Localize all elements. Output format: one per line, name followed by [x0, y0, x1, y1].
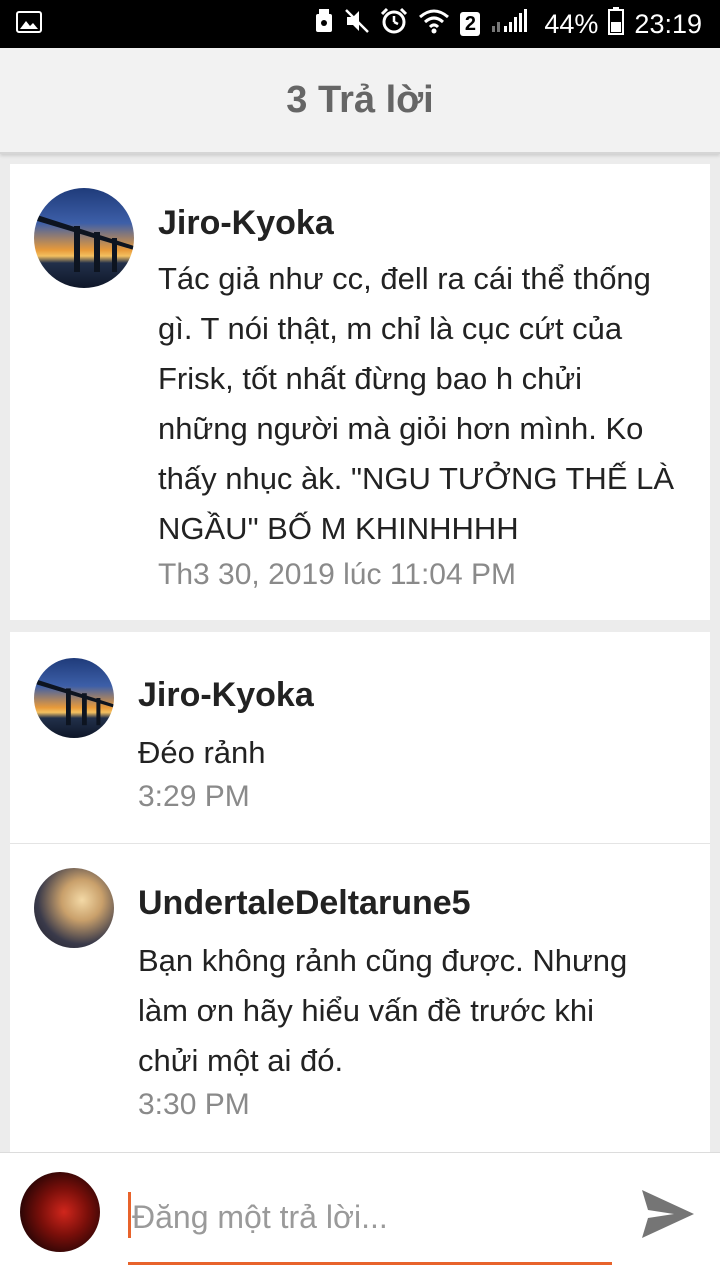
reply-timestamp: 3:29 PM	[138, 780, 250, 813]
clock: 23:19	[634, 8, 702, 39]
reply-text: Bạn không rảnh cũng được. Nhưng làm ơn h…	[138, 936, 698, 1086]
avatar[interactable]	[34, 658, 114, 738]
comment-timestamp: Th3 30, 2019 lúc 11:04 PM	[158, 558, 517, 591]
battery-percent: 44%	[544, 8, 599, 39]
comment-line: NGẦU" BỐ M KHINHHHH	[158, 511, 519, 546]
status-bar: 2 44% 23:19	[0, 0, 720, 48]
comment-line: gì. T nói thật, m chỉ là cục cứt của	[158, 311, 623, 346]
wifi-icon	[418, 8, 450, 41]
mute-icon	[344, 8, 370, 41]
comment-line: những người mà giỏi hơn mình. Ko	[158, 411, 644, 446]
reply-timestamp: 3:30 PM	[138, 1088, 250, 1121]
comment-line: Tác giả như cc, đell ra cái thể thống	[158, 261, 651, 296]
comment-line: Frisk, tốt nhất đừng bao h chửi	[158, 361, 583, 396]
send-button[interactable]	[640, 1188, 696, 1245]
reply-text: Đéo rảnh	[138, 735, 266, 770]
input-underline	[128, 1262, 612, 1265]
avatar[interactable]	[34, 868, 114, 948]
reply-line: làm ơn hãy hiểu vấn đề trước khi	[138, 993, 595, 1028]
avatar[interactable]	[34, 188, 134, 288]
reply-author[interactable]: Jiro-Kyoka	[138, 676, 314, 715]
sim-badge: 2	[460, 12, 481, 36]
battery-icon	[608, 6, 625, 42]
page-title: 3 Trả lời	[286, 78, 434, 121]
reply-input[interactable]	[128, 1192, 616, 1242]
reply-line: chửi một ai đó.	[138, 1043, 344, 1078]
avatar[interactable]	[20, 1172, 100, 1252]
signal-icon	[490, 8, 534, 41]
android-icon	[314, 8, 334, 41]
alarm-icon	[380, 7, 408, 42]
comment-text: Tác giả như cc, đell ra cái thể thống gì…	[158, 254, 703, 554]
image-icon	[16, 10, 42, 39]
main-comment: Jiro-Kyoka Tác giả như cc, đell ra cái t…	[10, 164, 710, 620]
comment-author[interactable]: Jiro-Kyoka	[158, 204, 334, 243]
reply-line: Bạn không rảnh cũng được. Nhưng	[138, 943, 628, 978]
send-icon	[642, 1190, 694, 1238]
divider	[10, 843, 710, 844]
header: 3 Trả lời	[0, 48, 720, 154]
reply-author[interactable]: UndertaleDeltarune5	[138, 884, 471, 923]
comment-line: thấy nhục àk. "NGU TƯỞNG THẾ LÀ	[158, 461, 675, 496]
